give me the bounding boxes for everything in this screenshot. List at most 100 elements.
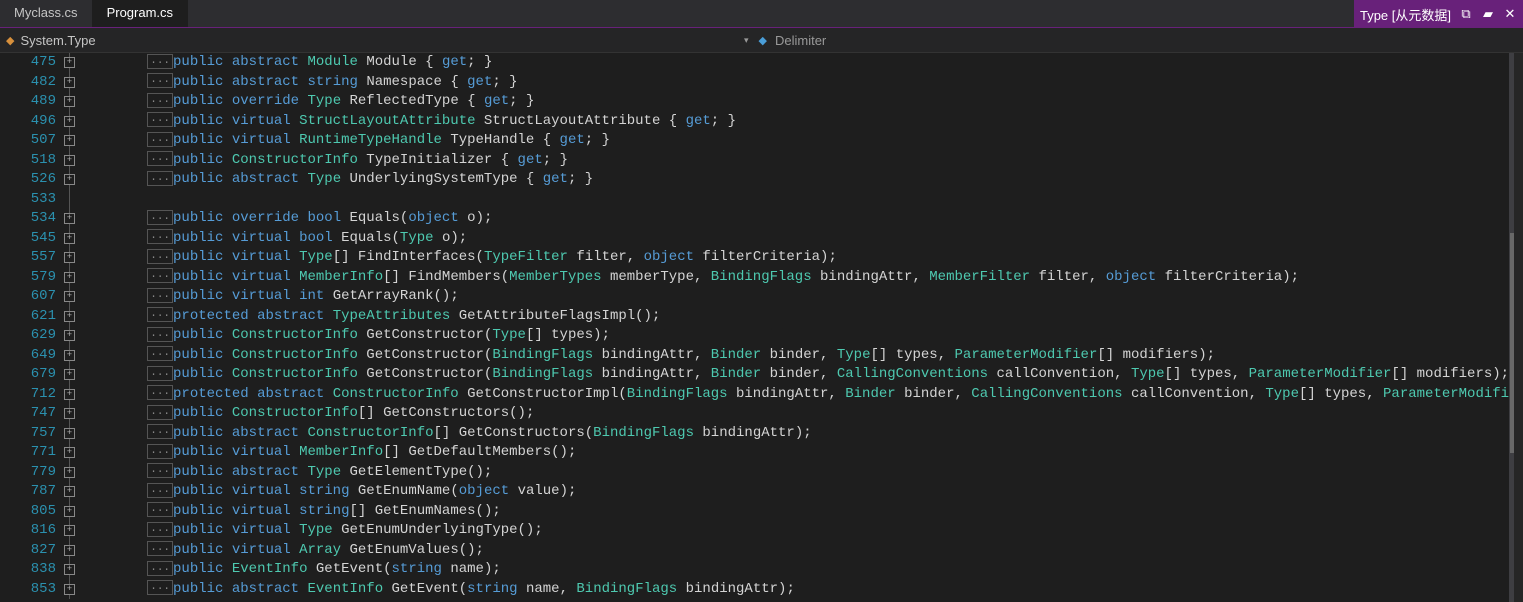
line-number: 827 (0, 541, 56, 561)
fold-toggle[interactable]: + (64, 174, 75, 185)
tab-myclass-cs[interactable]: Myclass.cs (0, 0, 93, 27)
nav-scope[interactable]: ◆ System.Type ▾ (0, 33, 759, 48)
fold-toggle[interactable]: + (64, 57, 75, 68)
fold-toggle[interactable]: + (64, 330, 75, 341)
editor-area[interactable]: 4754824894965075185265335345455575796076… (0, 53, 1523, 602)
collapsed-region[interactable]: ... (147, 327, 173, 342)
code-line[interactable]: ...public abstract Type UnderlyingSystem… (80, 170, 1523, 190)
fold-toggle[interactable]: + (64, 545, 75, 556)
collapsed-region[interactable]: ... (147, 405, 173, 420)
collapsed-region[interactable]: ... (147, 288, 173, 303)
code-line[interactable]: ...public override bool Equals(object o)… (80, 209, 1523, 229)
collapsed-region[interactable]: ... (147, 54, 173, 69)
nav-member[interactable]: ◆ Delimiter (759, 33, 1523, 48)
code-line[interactable]: ...public virtual Array GetEnumValues(); (80, 541, 1523, 561)
code-line[interactable]: ...public abstract EventInfo GetEvent(st… (80, 580, 1523, 600)
collapsed-region[interactable]: ... (147, 385, 173, 400)
line-number: 629 (0, 326, 56, 346)
collapsed-region[interactable]: ... (147, 366, 173, 381)
fold-toggle[interactable]: + (64, 311, 75, 322)
fold-toggle[interactable]: + (64, 350, 75, 361)
collapsed-region[interactable]: ... (147, 268, 173, 283)
badge-label: Type [从元数据] (1360, 5, 1451, 24)
fold-toggle[interactable]: + (64, 96, 75, 107)
fold-toggle[interactable]: + (64, 291, 75, 302)
code-line[interactable]: ...public virtual StructLayoutAttribute … (80, 112, 1523, 132)
collapsed-region[interactable]: ... (147, 151, 173, 166)
copy-icon[interactable]: ⧉ (1459, 6, 1473, 22)
code-line[interactable]: ...public virtual bool Equals(Type o); (80, 229, 1523, 249)
fold-toggle[interactable]: + (64, 135, 75, 146)
code-line[interactable]: ...public virtual RuntimeTypeHandle Type… (80, 131, 1523, 151)
fold-toggle[interactable]: + (64, 428, 75, 439)
code-line[interactable]: ...public ConstructorInfo[] GetConstruct… (80, 404, 1523, 424)
collapsed-region[interactable]: ... (147, 112, 173, 127)
fold-toggle[interactable]: + (64, 584, 75, 595)
code-line[interactable]: ...public override Type ReflectedType { … (80, 92, 1523, 112)
code-line[interactable]: ...protected abstract TypeAttributes Get… (80, 307, 1523, 327)
line-number: 712 (0, 385, 56, 405)
fold-toggle[interactable]: + (64, 213, 75, 224)
fold-toggle[interactable]: + (64, 564, 75, 575)
code-line[interactable]: ...public ConstructorInfo TypeInitialize… (80, 151, 1523, 171)
fold-toggle[interactable]: + (64, 525, 75, 536)
fold-toggle[interactable]: + (64, 155, 75, 166)
collapsed-region[interactable]: ... (147, 132, 173, 147)
code-line[interactable]: ...public abstract ConstructorInfo[] Get… (80, 424, 1523, 444)
collapsed-region[interactable]: ... (147, 424, 173, 439)
collapsed-region[interactable]: ... (147, 444, 173, 459)
code-line[interactable]: ...public virtual MemberInfo[] GetDefaul… (80, 443, 1523, 463)
collapsed-region[interactable]: ... (147, 483, 173, 498)
code-line[interactable]: ...protected abstract ConstructorInfo Ge… (80, 385, 1523, 405)
line-number: 838 (0, 560, 56, 580)
fold-toggle[interactable]: + (64, 447, 75, 458)
collapsed-region[interactable]: ... (147, 249, 173, 264)
collapsed-region[interactable]: ... (147, 93, 173, 108)
code-line[interactable]: ...public virtual Type[] FindInterfaces(… (80, 248, 1523, 268)
line-number: 496 (0, 112, 56, 132)
collapsed-region[interactable]: ... (147, 463, 173, 478)
collapsed-region[interactable]: ... (147, 307, 173, 322)
collapsed-region[interactable]: ... (147, 561, 173, 576)
collapsed-region[interactable]: ... (147, 346, 173, 361)
fold-toggle[interactable]: + (64, 77, 75, 88)
collapsed-region[interactable]: ... (147, 171, 173, 186)
collapsed-region[interactable]: ... (147, 73, 173, 88)
code-line[interactable]: ...public EventInfo GetEvent(string name… (80, 560, 1523, 580)
line-number: 534 (0, 209, 56, 229)
fold-toggle[interactable]: + (64, 506, 75, 517)
code-line[interactable]: ...public virtual Type GetEnumUnderlying… (80, 521, 1523, 541)
collapsed-region[interactable]: ... (147, 229, 173, 244)
fold-toggle[interactable]: + (64, 467, 75, 478)
fold-toggle[interactable]: + (64, 272, 75, 283)
fold-toggle[interactable]: + (64, 486, 75, 497)
code-line[interactable]: ...public virtual int GetArrayRank(); (80, 287, 1523, 307)
pin-icon[interactable]: ▰ (1481, 6, 1495, 22)
fold-toggle[interactable]: + (64, 233, 75, 244)
fold-toggle[interactable]: + (64, 389, 75, 400)
collapsed-region[interactable]: ... (147, 541, 173, 556)
fold-toggle[interactable]: + (64, 369, 75, 380)
code-line[interactable]: ...public ConstructorInfo GetConstructor… (80, 365, 1523, 385)
fold-toggle[interactable]: + (64, 408, 75, 419)
tab-program-cs[interactable]: Program.cs (93, 0, 188, 27)
close-icon[interactable]: ✕ (1503, 6, 1517, 22)
code-line[interactable] (80, 190, 1523, 210)
fold-toggle[interactable]: + (64, 252, 75, 263)
collapsed-region[interactable]: ... (147, 522, 173, 537)
code-line[interactable]: ...public abstract Type GetElementType()… (80, 463, 1523, 483)
code-content[interactable]: ...public abstract Module Module { get; … (80, 53, 1523, 602)
code-line[interactable]: ...public virtual string[] GetEnumNames(… (80, 502, 1523, 522)
code-line[interactable]: ...public virtual string GetEnumName(obj… (80, 482, 1523, 502)
line-number: 771 (0, 443, 56, 463)
code-line[interactable]: ...public abstract Module Module { get; … (80, 53, 1523, 73)
collapsed-region[interactable]: ... (147, 210, 173, 225)
collapsed-region[interactable]: ... (147, 502, 173, 517)
code-line[interactable]: ...public abstract string Namespace { ge… (80, 73, 1523, 93)
code-line[interactable]: ...public ConstructorInfo GetConstructor… (80, 346, 1523, 366)
fold-toggle[interactable]: + (64, 116, 75, 127)
code-line[interactable]: ...public ConstructorInfo GetConstructor… (80, 326, 1523, 346)
code-line[interactable]: ...public virtual MemberInfo[] FindMembe… (80, 268, 1523, 288)
class-icon: ◆ (6, 34, 14, 47)
collapsed-region[interactable]: ... (147, 580, 173, 595)
